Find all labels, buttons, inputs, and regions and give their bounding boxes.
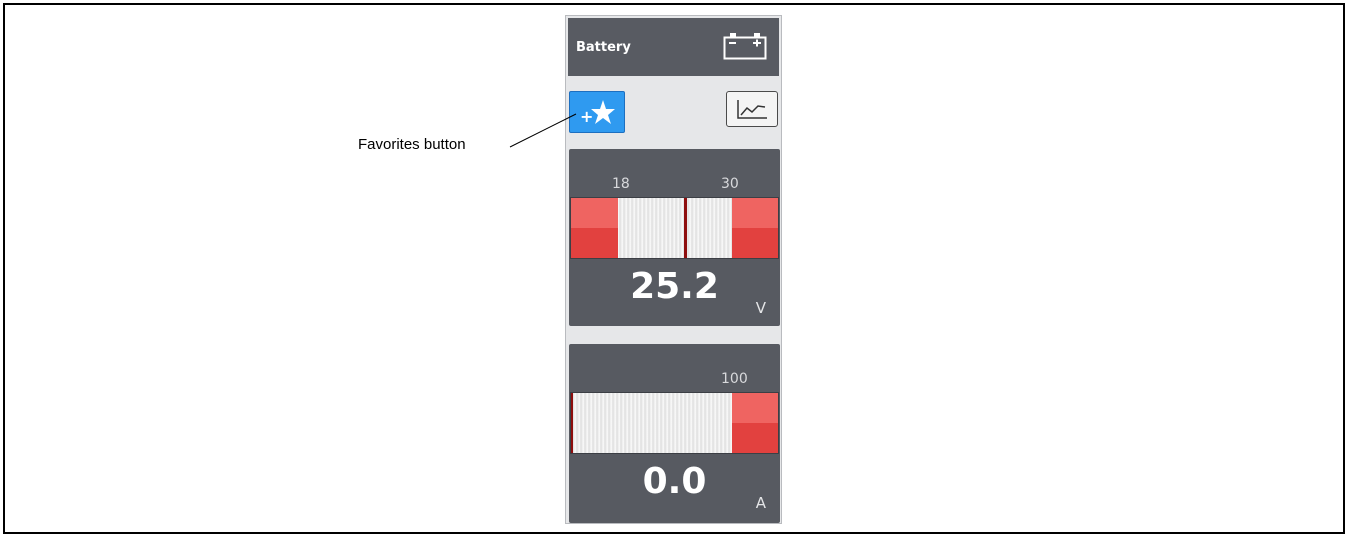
callout-leader-line [509, 113, 577, 148]
